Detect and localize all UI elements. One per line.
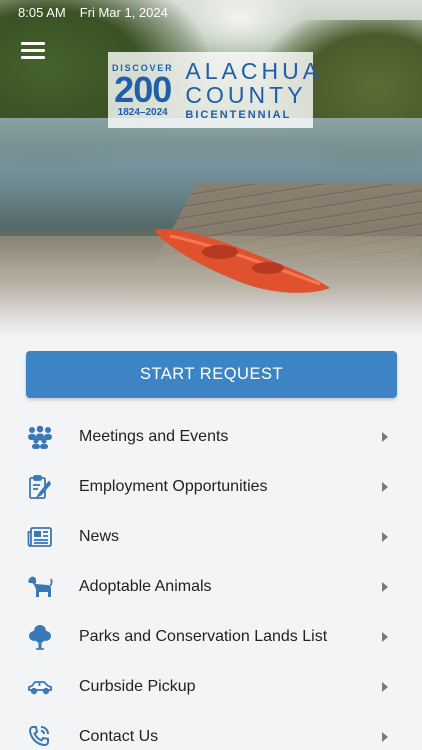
phone-chat-icon — [26, 723, 54, 750]
logo-bicentennial: BICENTENNIAL — [185, 109, 292, 121]
menu-item-label: Curbside Pickup — [79, 678, 196, 695]
menu-item-label: News — [79, 528, 120, 545]
menu-item-meetings-events[interactable]: Meetings and Events — [0, 412, 422, 462]
hamburger-menu-icon[interactable] — [21, 42, 45, 60]
menu-item-adoptable-animals[interactable]: Adoptable Animals — [0, 562, 422, 612]
logo-years: 1824–2024 — [117, 106, 168, 118]
people-group-icon — [26, 423, 54, 451]
chevron-right-icon — [382, 632, 388, 642]
tree-icon — [26, 623, 54, 651]
menu-item-news[interactable]: News — [0, 512, 422, 562]
menu-item-label: Employment Opportunities — [79, 478, 268, 495]
start-request-button[interactable]: START REQUEST — [26, 351, 397, 398]
menu-item-parks[interactable]: Parks and Conservation Lands List — [0, 612, 422, 662]
chevron-right-icon — [382, 482, 388, 492]
clipboard-edit-icon — [26, 473, 54, 501]
chevron-right-icon — [382, 682, 388, 692]
chevron-right-icon — [382, 732, 388, 742]
status-time: 8:05 AM — [18, 5, 66, 20]
hero-image — [0, 0, 422, 338]
bicentennial-logo: DISCOVER 200 1824–2024 ALACHUA COUNTY BI… — [108, 52, 318, 128]
newspaper-icon — [26, 523, 54, 551]
menu-item-curbside-pickup[interactable]: Curbside Pickup — [0, 662, 422, 712]
car-icon — [26, 673, 54, 701]
logo-number: 200 — [114, 68, 172, 110]
menu-item-employment[interactable]: Employment Opportunities — [0, 462, 422, 512]
dog-icon — [26, 573, 54, 601]
chevron-right-icon — [382, 532, 388, 542]
chevron-right-icon — [382, 582, 388, 592]
status-date: Fri Mar 1, 2024 — [79, 5, 168, 20]
logo-name-line1: ALACHUA — [185, 58, 323, 84]
menu-item-label: Adoptable Animals — [79, 578, 212, 595]
logo-name-line2: COUNTY — [185, 82, 307, 108]
kayak-image — [154, 229, 330, 293]
chevron-right-icon — [382, 432, 388, 442]
menu-item-label: Parks and Conservation Lands List — [79, 628, 328, 645]
menu-item-label: Contact Us — [79, 728, 159, 745]
menu-item-label: Meetings and Events — [79, 428, 229, 445]
menu-item-contact-us[interactable]: Contact Us — [0, 712, 422, 750]
menu-list: Meetings and Events Employment Opportuni… — [0, 412, 422, 750]
status-bar: 8:05 AM Fri Mar 1, 2024 — [18, 5, 168, 20]
